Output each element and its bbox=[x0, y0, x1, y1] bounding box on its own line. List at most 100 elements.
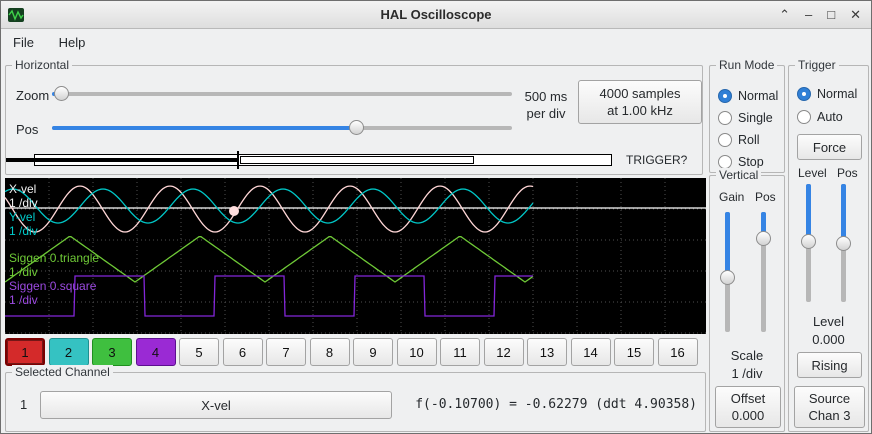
channel-button-9[interactable]: 9 bbox=[353, 338, 393, 366]
channel-button-4[interactable]: 4 bbox=[136, 338, 176, 366]
trigger-group: Trigger Normal Auto Force Level Pos Leve… bbox=[788, 65, 869, 432]
minimize-button[interactable]: – bbox=[805, 6, 812, 24]
hpos-slider-fill bbox=[52, 126, 356, 130]
samples-line1: 4000 samples bbox=[600, 85, 681, 102]
source-value: Chan 3 bbox=[809, 407, 851, 424]
selected-channel-title: Selected Channel bbox=[12, 365, 113, 379]
gain-slider-handle[interactable] bbox=[720, 270, 735, 285]
samples-line2: at 1.00 kHz bbox=[607, 102, 673, 119]
vertical-pos-slider-track bbox=[761, 212, 766, 332]
source-button[interactable]: Source Chan 3 bbox=[794, 386, 865, 428]
hpos-slider-handle[interactable] bbox=[349, 120, 364, 135]
app-window: HAL Oscilloscope ⌃ – □ ✕ File Help Horiz… bbox=[0, 0, 872, 434]
trigger-level-slider-handle[interactable] bbox=[801, 234, 816, 249]
scale-label: Scale bbox=[710, 348, 784, 363]
channel-button-8[interactable]: 8 bbox=[310, 338, 350, 366]
channel-button-3[interactable]: 3 bbox=[92, 338, 132, 366]
radio-dot bbox=[718, 155, 732, 169]
vpos-label: Pos bbox=[755, 190, 776, 204]
trigger-auto-radio[interactable]: Auto bbox=[797, 109, 843, 124]
scale-value: 1 /div bbox=[710, 366, 784, 381]
runmode-stop-radio[interactable]: Stop bbox=[718, 154, 764, 169]
radio-label: Normal bbox=[738, 89, 778, 103]
selected-channel-number: 1 bbox=[20, 397, 27, 412]
channel-button-7[interactable]: 7 bbox=[266, 338, 306, 366]
record-view-window bbox=[240, 156, 474, 164]
edge-label: Rising bbox=[811, 357, 847, 374]
horizontal-group: Horizontal Zoom 500 ms per div 4000 samp… bbox=[5, 65, 703, 175]
zoom-slider-track bbox=[52, 92, 512, 96]
run-mode-title: Run Mode bbox=[716, 58, 777, 72]
radio-label: Normal bbox=[817, 87, 857, 101]
channel-button-6[interactable]: 6 bbox=[223, 338, 263, 366]
offset-label: Offset bbox=[731, 390, 765, 407]
runmode-normal-radio[interactable]: Normal bbox=[718, 88, 778, 103]
horizontal-group-title: Horizontal bbox=[12, 58, 72, 72]
vertical-pos-slider-handle[interactable] bbox=[756, 231, 771, 246]
channel-button-12[interactable]: 12 bbox=[484, 338, 524, 366]
force-label: Force bbox=[813, 139, 846, 156]
channel-button-2[interactable]: 2 bbox=[49, 338, 89, 366]
radio-dot bbox=[797, 110, 811, 124]
channel-button-15[interactable]: 15 bbox=[614, 338, 654, 366]
shade-button[interactable]: ⌃ bbox=[779, 6, 790, 24]
vertical-title: Vertical bbox=[716, 168, 761, 182]
channel-value-readout: f(-0.10700) = -0.62279 (ddt 4.90358) bbox=[415, 397, 697, 412]
offset-button[interactable]: Offset 0.000 bbox=[715, 386, 781, 428]
channel-button-5[interactable]: 5 bbox=[179, 338, 219, 366]
radio-dot bbox=[797, 87, 811, 101]
channel-button-row: 12345678910111213141516 bbox=[5, 338, 706, 366]
level-readout-label: Level bbox=[789, 314, 868, 329]
run-mode-group: Run Mode Normal Single Roll Stop bbox=[709, 65, 785, 173]
menu-file[interactable]: File bbox=[4, 30, 43, 55]
vertical-pos-slider[interactable] bbox=[756, 212, 771, 332]
selected-channel-name: X-vel bbox=[201, 397, 231, 414]
channel-button-1[interactable]: 1 bbox=[5, 338, 45, 366]
force-button[interactable]: Force bbox=[797, 134, 862, 160]
offset-value: 0.000 bbox=[732, 407, 765, 424]
selected-channel-group: Selected Channel 1 X-vel f(-0.10700) = -… bbox=[5, 372, 706, 432]
source-label: Source bbox=[809, 390, 850, 407]
radio-dot bbox=[718, 133, 732, 147]
trigger-pos-slider-handle[interactable] bbox=[836, 236, 851, 251]
trigger-level-slider-fill bbox=[806, 184, 811, 241]
channel-button-11[interactable]: 11 bbox=[440, 338, 480, 366]
record-position-widget[interactable]: TRIGGER? bbox=[6, 150, 704, 170]
radio-label: Auto bbox=[817, 110, 843, 124]
trigger-pos-label: Pos bbox=[837, 166, 858, 180]
trigger-pos-slider[interactable] bbox=[836, 184, 851, 302]
trigger-level-label: Level bbox=[798, 166, 827, 180]
hpos-slider-track bbox=[52, 126, 512, 130]
edge-button[interactable]: Rising bbox=[797, 352, 862, 378]
trigger-title: Trigger bbox=[795, 58, 839, 72]
trigger-level-slider[interactable] bbox=[801, 184, 816, 302]
selected-channel-name-button[interactable]: X-vel bbox=[40, 391, 392, 419]
trigger-normal-radio[interactable]: Normal bbox=[797, 86, 857, 101]
channel-button-14[interactable]: 14 bbox=[571, 338, 611, 366]
samples-button[interactable]: 4000 samples at 1.00 kHz bbox=[578, 80, 702, 124]
record-pretrigger-bar bbox=[6, 158, 238, 162]
gain-slider[interactable] bbox=[720, 212, 735, 332]
maximize-button[interactable]: □ bbox=[827, 6, 835, 24]
menu-help[interactable]: Help bbox=[50, 30, 95, 55]
rate-line1: 500 ms bbox=[518, 88, 574, 105]
zoom-label: Zoom bbox=[16, 88, 49, 103]
vertical-group: Vertical Gain Pos Scale 1 /div Offset 0.… bbox=[709, 175, 785, 432]
runmode-single-radio[interactable]: Single bbox=[718, 110, 773, 125]
window-title: HAL Oscilloscope bbox=[1, 7, 871, 22]
close-button[interactable]: ✕ bbox=[850, 6, 861, 24]
runmode-roll-radio[interactable]: Roll bbox=[718, 132, 760, 147]
scope-display[interactable]: X-vel1 /divY-vel1 /divSiggen 0.triangle1… bbox=[5, 178, 706, 334]
gain-slider-fill bbox=[725, 212, 730, 277]
hpos-slider[interactable] bbox=[52, 120, 512, 135]
channel-button-10[interactable]: 10 bbox=[397, 338, 437, 366]
channel-button-16[interactable]: 16 bbox=[658, 338, 698, 366]
radio-label: Stop bbox=[738, 155, 764, 169]
rate-line2: per div bbox=[518, 105, 574, 122]
zoom-slider[interactable] bbox=[52, 86, 512, 101]
channel-button-13[interactable]: 13 bbox=[527, 338, 567, 366]
zoom-slider-handle[interactable] bbox=[54, 86, 69, 101]
radio-label: Roll bbox=[738, 133, 760, 147]
gain-label: Gain bbox=[719, 190, 744, 204]
menubar: File Help bbox=[1, 30, 871, 58]
